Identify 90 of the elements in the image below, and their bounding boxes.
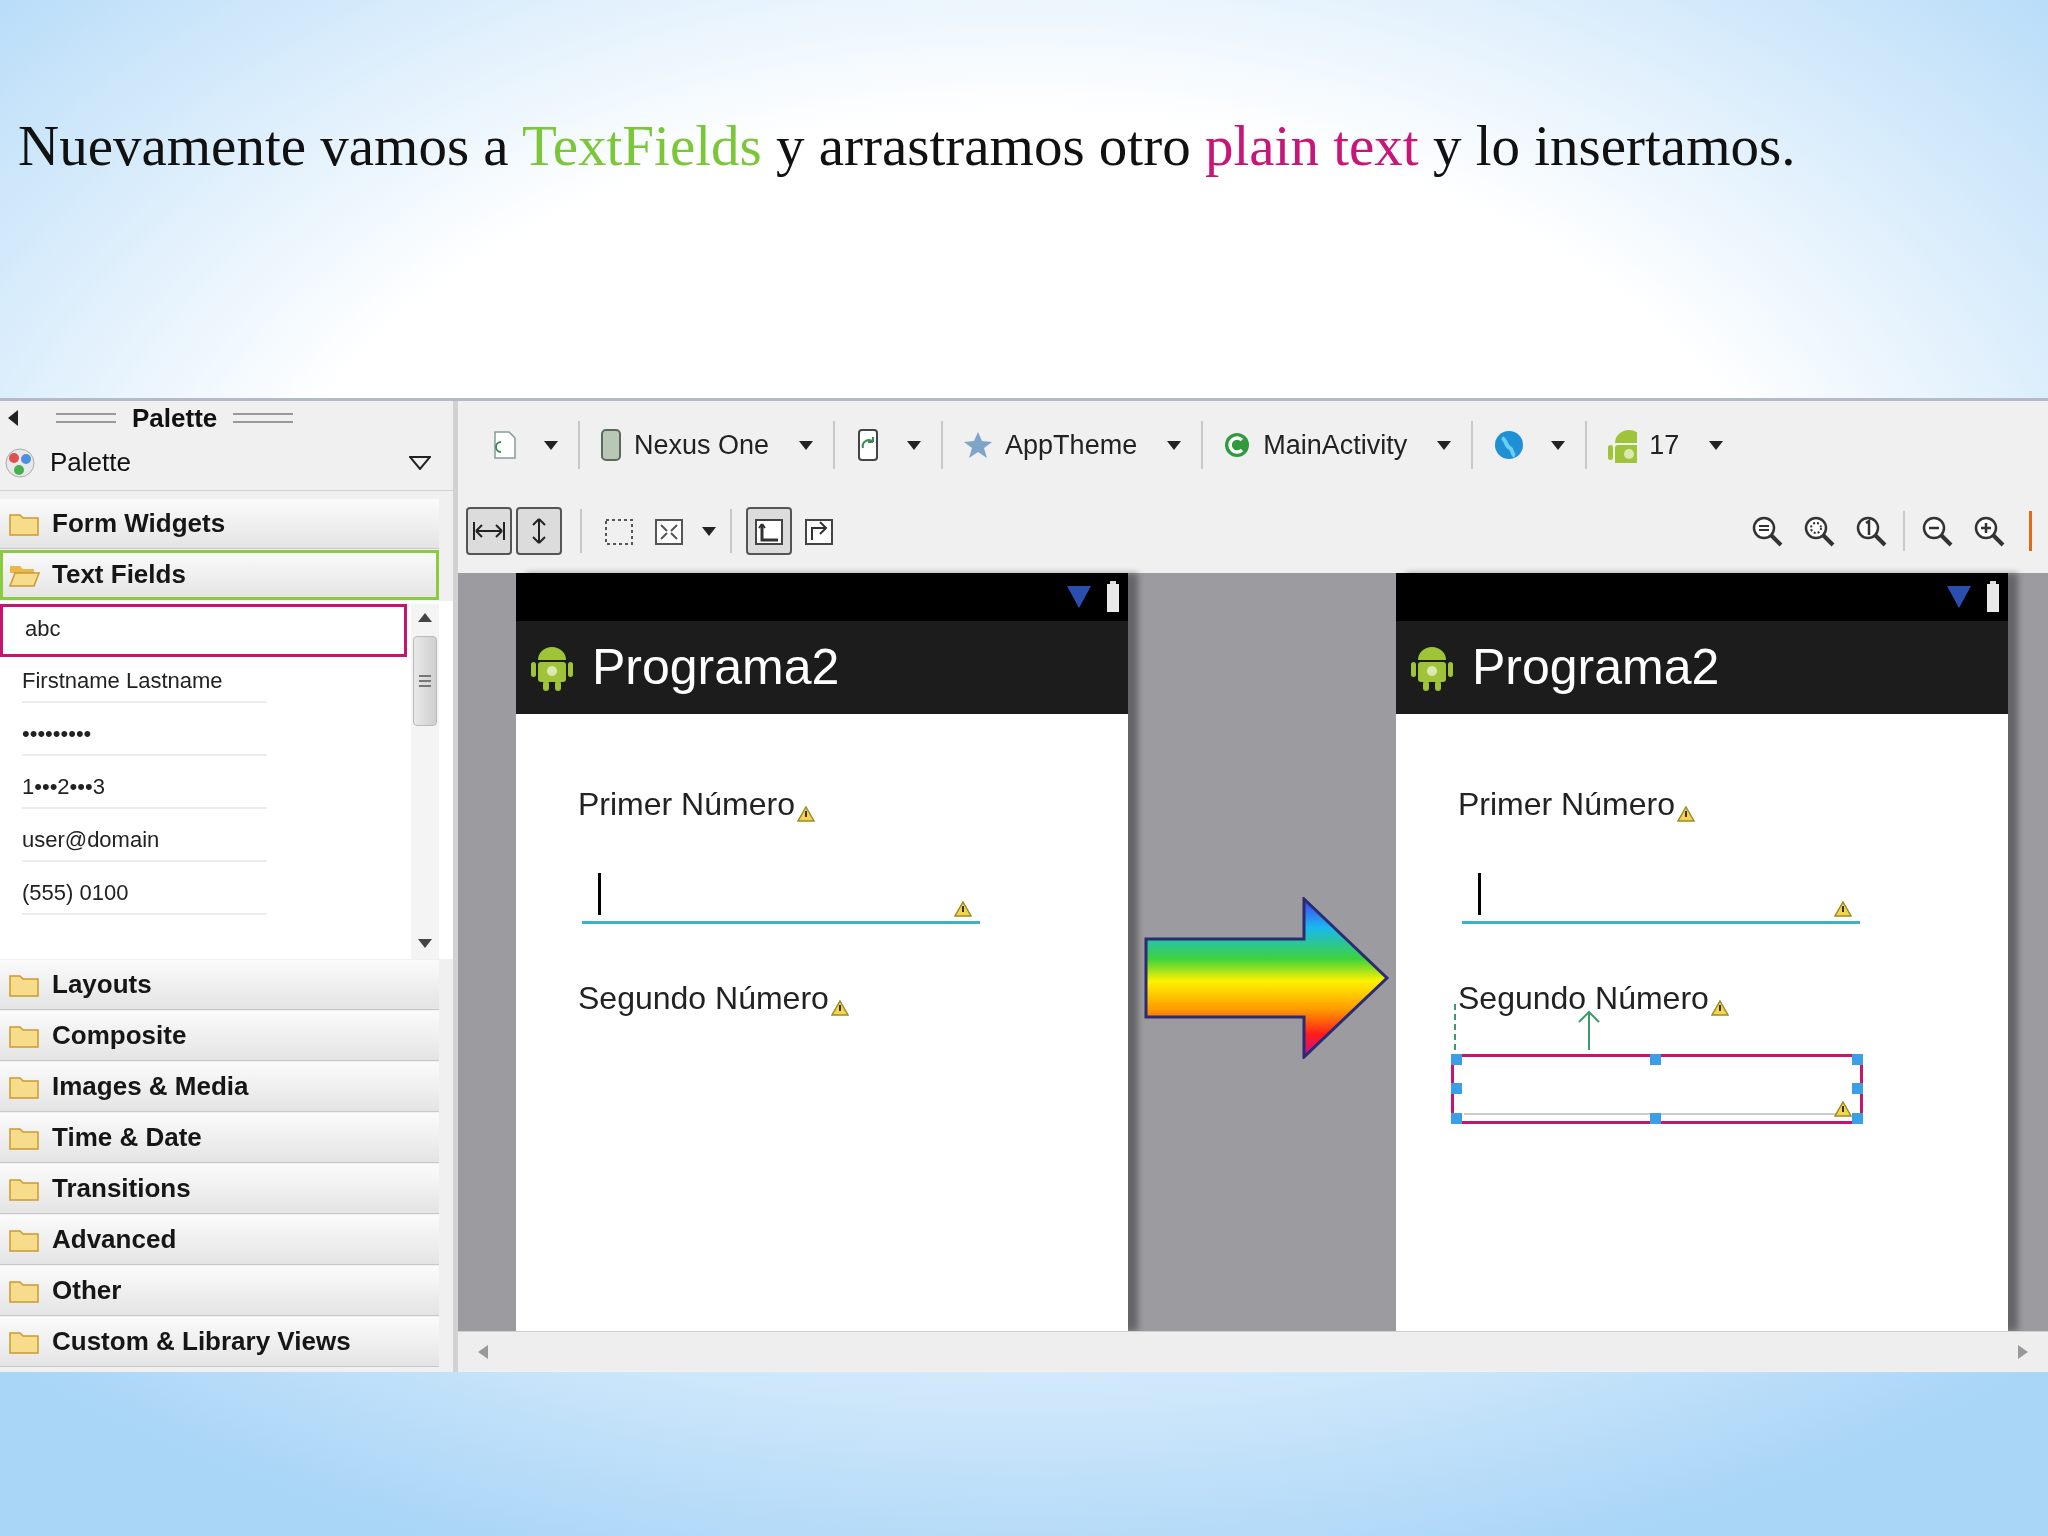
palette-category[interactable]: Form Widgets bbox=[0, 499, 439, 549]
zoom-real-icon[interactable] bbox=[1802, 514, 1836, 548]
field-label: Segundo Número bbox=[578, 979, 829, 1018]
field-label: Segundo Número bbox=[1458, 979, 1709, 1018]
field-label: Primer Número bbox=[1458, 785, 1675, 824]
activity-icon bbox=[1223, 431, 1252, 459]
warning-icon bbox=[1834, 1101, 1852, 1117]
signal-icon bbox=[1946, 584, 1972, 610]
palette-category[interactable]: Other bbox=[0, 1266, 439, 1316]
scroll-left-icon[interactable] bbox=[478, 1344, 488, 1359]
palette-category[interactable]: Transitions bbox=[0, 1164, 439, 1214]
caret-icon bbox=[1437, 440, 1452, 450]
grip-icon bbox=[54, 411, 118, 425]
zoom-in-icon[interactable] bbox=[1972, 514, 2006, 548]
palette-item[interactable]: ••••••••• bbox=[0, 710, 407, 763]
resize-handle[interactable] bbox=[1852, 1113, 1863, 1124]
resize-handle[interactable] bbox=[1650, 1054, 1661, 1065]
layout-icon bbox=[802, 516, 836, 546]
palette-category[interactable]: Custom & Library Views bbox=[0, 1317, 439, 1367]
clip-icon bbox=[752, 516, 786, 546]
grip-icon bbox=[231, 411, 296, 425]
caret-icon bbox=[907, 440, 922, 450]
signal-icon bbox=[1066, 584, 1092, 610]
battery-icon bbox=[1106, 581, 1120, 613]
palette-category[interactable]: Time & Date bbox=[0, 1113, 439, 1163]
app-title: Programa2 bbox=[592, 638, 840, 697]
warning-icon bbox=[954, 901, 972, 917]
collapse-icon[interactable] bbox=[8, 410, 18, 426]
resize-handle[interactable] bbox=[1852, 1083, 1863, 1094]
warning-icon bbox=[830, 1000, 849, 1016]
theme-dropdown[interactable]: AppTheme bbox=[959, 420, 1186, 470]
caret-icon bbox=[544, 440, 558, 450]
scrollbar[interactable] bbox=[411, 604, 439, 959]
caret-icon bbox=[799, 440, 814, 450]
scroll-thumb[interactable] bbox=[413, 636, 437, 726]
battery-icon bbox=[1986, 581, 2000, 613]
device-dropdown[interactable]: Nexus One bbox=[596, 420, 818, 470]
palette-item[interactable]: abc bbox=[0, 604, 407, 657]
clip-toggle[interactable] bbox=[746, 507, 792, 555]
star-icon bbox=[963, 431, 994, 459]
scroll-up-icon[interactable] bbox=[418, 612, 432, 622]
resize-handle[interactable] bbox=[1650, 1113, 1661, 1124]
palette-item[interactable]: 1•••2•••3 bbox=[0, 763, 407, 816]
app-title: Programa2 bbox=[1472, 638, 1720, 697]
palette-icon bbox=[4, 446, 36, 479]
warning-icon bbox=[1710, 1000, 1729, 1016]
palette-category[interactable]: Images & Media bbox=[0, 1062, 439, 1112]
scroll-right-icon[interactable] bbox=[2018, 1344, 2028, 1359]
width-toggle[interactable] bbox=[466, 507, 512, 555]
text-cursor bbox=[1478, 873, 1481, 915]
warning-icon bbox=[1676, 806, 1695, 822]
resize-handle[interactable] bbox=[1451, 1113, 1462, 1124]
height-toggle[interactable] bbox=[516, 507, 562, 555]
slide-title: Nuevamente vamos a TextFields y arrastramos otro plain text y lo insertamos. bbox=[18, 113, 1796, 179]
palette-category[interactable]: Layouts bbox=[0, 960, 439, 1010]
warning-icon bbox=[1834, 901, 1852, 917]
resize-handle[interactable] bbox=[1451, 1083, 1462, 1094]
field-label: Primer Número bbox=[578, 785, 795, 824]
resize-handle[interactable] bbox=[1451, 1054, 1462, 1065]
caret-icon bbox=[1709, 440, 1724, 450]
palette-category[interactable]: Composite bbox=[0, 1011, 439, 1061]
zoom-fit-icon[interactable] bbox=[1750, 514, 1784, 548]
guide-line bbox=[1453, 1004, 1457, 1052]
phone-icon bbox=[600, 428, 622, 462]
palette-category[interactable]: Text Fields bbox=[0, 550, 439, 600]
scroll-down-icon[interactable] bbox=[418, 939, 432, 949]
globe-icon bbox=[1493, 429, 1526, 461]
dashed-square-icon bbox=[602, 516, 636, 546]
document-icon bbox=[492, 430, 518, 460]
android-icon bbox=[1607, 427, 1638, 463]
caret-icon bbox=[702, 526, 716, 536]
palette-category[interactable]: Advanced bbox=[0, 1215, 439, 1265]
resize-handle[interactable] bbox=[1852, 1054, 1863, 1065]
warning-icon bbox=[796, 806, 815, 822]
api-dropdown[interactable]: 17 bbox=[1603, 420, 1728, 470]
palette-item[interactable]: (555) 0100 bbox=[0, 869, 407, 922]
palette-item[interactable]: Firstname Lastname bbox=[0, 657, 407, 710]
caret-icon bbox=[1167, 440, 1182, 450]
grip-icon bbox=[419, 674, 431, 688]
caret-icon bbox=[1551, 440, 1566, 450]
zoom-actual-icon[interactable] bbox=[1854, 514, 1888, 548]
palette-selector[interactable]: Palette bbox=[0, 435, 453, 491]
palette-title: Palette bbox=[132, 401, 218, 435]
input-field[interactable] bbox=[1451, 1054, 1863, 1124]
palette-item[interactable]: user@domain bbox=[0, 816, 407, 869]
dropdown-icon bbox=[409, 455, 431, 470]
text-cursor bbox=[598, 873, 601, 915]
zoom-out-icon[interactable] bbox=[1920, 514, 1954, 548]
activity-dropdown[interactable]: MainActivity bbox=[1219, 420, 1456, 470]
resize-icon bbox=[652, 516, 686, 546]
